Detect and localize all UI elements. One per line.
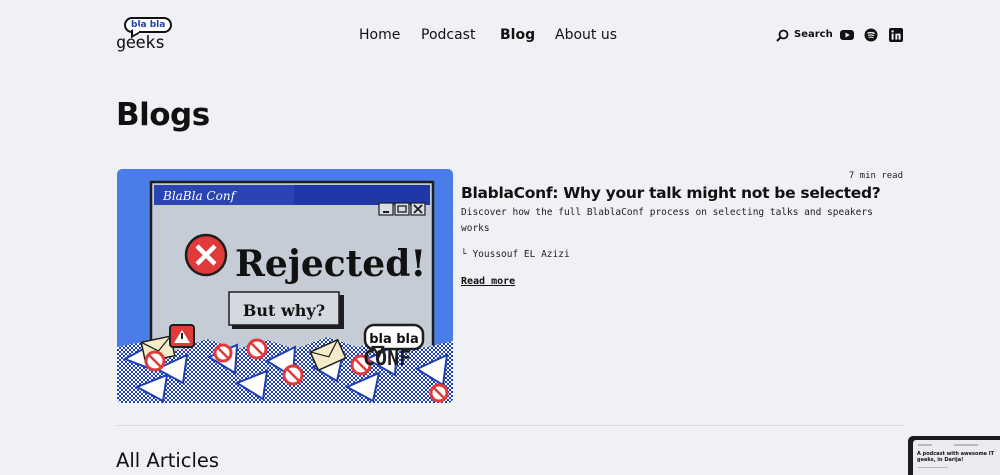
all-articles-title: All Articles: [116, 449, 220, 472]
header-tools: Search: [776, 27, 906, 43]
site-header: bla bla geeks Home Podcast Blog About us…: [0, 0, 1000, 70]
rejected-headline: Rejected!: [235, 243, 426, 285]
window-title-text: BlaBla Conf: [162, 189, 238, 203]
spotify-icon[interactable]: [864, 28, 878, 42]
thumbnail-line: [918, 467, 948, 468]
read-time: 7 min read: [848, 171, 903, 181]
but-why-text: But why?: [243, 301, 325, 320]
featured-post-image[interactable]: BlaBla Conf Rejected! But why? bla bla C…: [117, 169, 453, 403]
featured-illustration: BlaBla Conf Rejected! But why? bla bla C…: [117, 169, 453, 403]
nav-podcast[interactable]: Podcast: [421, 26, 475, 44]
thumbnail-nav: [954, 444, 978, 446]
nav-home[interactable]: Home: [359, 26, 400, 44]
section-divider: [117, 425, 904, 426]
search-icon: [776, 29, 789, 42]
nav-blog[interactable]: Blog: [500, 26, 535, 44]
post-title[interactable]: BlablaConf: Why your talk might not be s…: [461, 182, 881, 204]
read-more-link[interactable]: Read more: [461, 275, 515, 289]
nav-about-us[interactable]: About us: [555, 26, 617, 44]
page-title: Blogs: [116, 97, 210, 133]
linkedin-icon[interactable]: [889, 28, 903, 42]
badge-text: bla bla: [369, 332, 419, 347]
featured-post: 7 min read BlablaConf: Why your talk mig…: [461, 168, 906, 298]
youtube-icon[interactable]: [840, 28, 854, 42]
video-thumbnail[interactable]: A podcast with awesome IT geeks, in Dari…: [908, 436, 1000, 475]
thumbnail-text: A podcast with awesome IT geeks, in Dari…: [917, 451, 995, 463]
search-button[interactable]: Search: [776, 27, 833, 43]
thumbnail-logo: [918, 444, 932, 446]
search-label: Search: [794, 29, 833, 40]
badge-sub-text: CONF: [363, 346, 411, 370]
post-author: └ Youssouf EL Azizi: [461, 249, 570, 260]
post-description: Discover how the full BlablaConf process…: [461, 207, 873, 234]
